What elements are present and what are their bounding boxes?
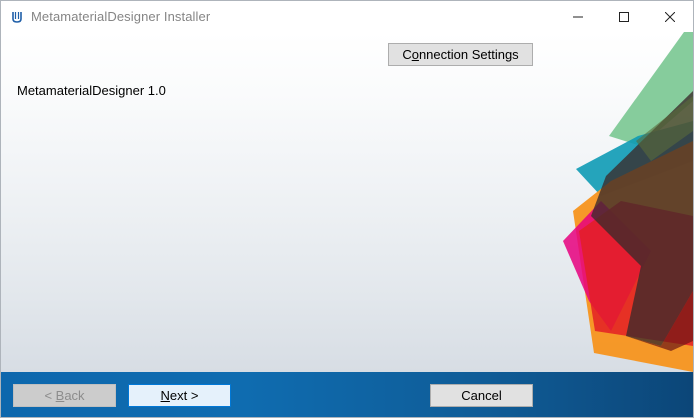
- back-button[interactable]: < Back: [13, 384, 116, 407]
- next-button-accel: N: [160, 388, 170, 403]
- close-button[interactable]: [647, 1, 693, 32]
- cancel-button[interactable]: Cancel: [430, 384, 533, 407]
- next-button-label: ext >: [169, 388, 199, 403]
- close-icon: [665, 11, 675, 22]
- minimize-button[interactable]: [555, 1, 601, 32]
- connection-settings-label-end: nnection Settings: [418, 47, 519, 62]
- installer-window: MetamaterialDesigner Installer C o nnect…: [0, 0, 694, 418]
- next-button[interactable]: Next >: [128, 384, 231, 407]
- window-controls: [555, 1, 693, 32]
- minimize-icon: [573, 16, 583, 17]
- back-button-prefix: <: [44, 388, 56, 403]
- installer-content: Co nnection Settings MetamaterialDesigner…: [1, 32, 693, 372]
- back-button-accel: B: [55, 388, 65, 403]
- connection-settings-button[interactable]: Co nnection Settings: [388, 43, 533, 66]
- back-button-label: ack: [64, 388, 85, 403]
- button-bar: < Back Next > Cancel: [1, 372, 693, 417]
- product-name: MetamaterialDesigner 1.0: [17, 83, 166, 98]
- window-title: MetamaterialDesigner Installer: [31, 9, 211, 24]
- connection-settings-label-start: C: [402, 47, 412, 62]
- maximize-icon: [619, 11, 629, 22]
- maximize-button[interactable]: [601, 1, 647, 32]
- connection-settings-accel: o: [411, 47, 419, 62]
- installer-app-icon: [9, 9, 25, 25]
- title-bar[interactable]: MetamaterialDesigner Installer: [1, 1, 693, 32]
- decorative-artwork: [563, 32, 693, 372]
